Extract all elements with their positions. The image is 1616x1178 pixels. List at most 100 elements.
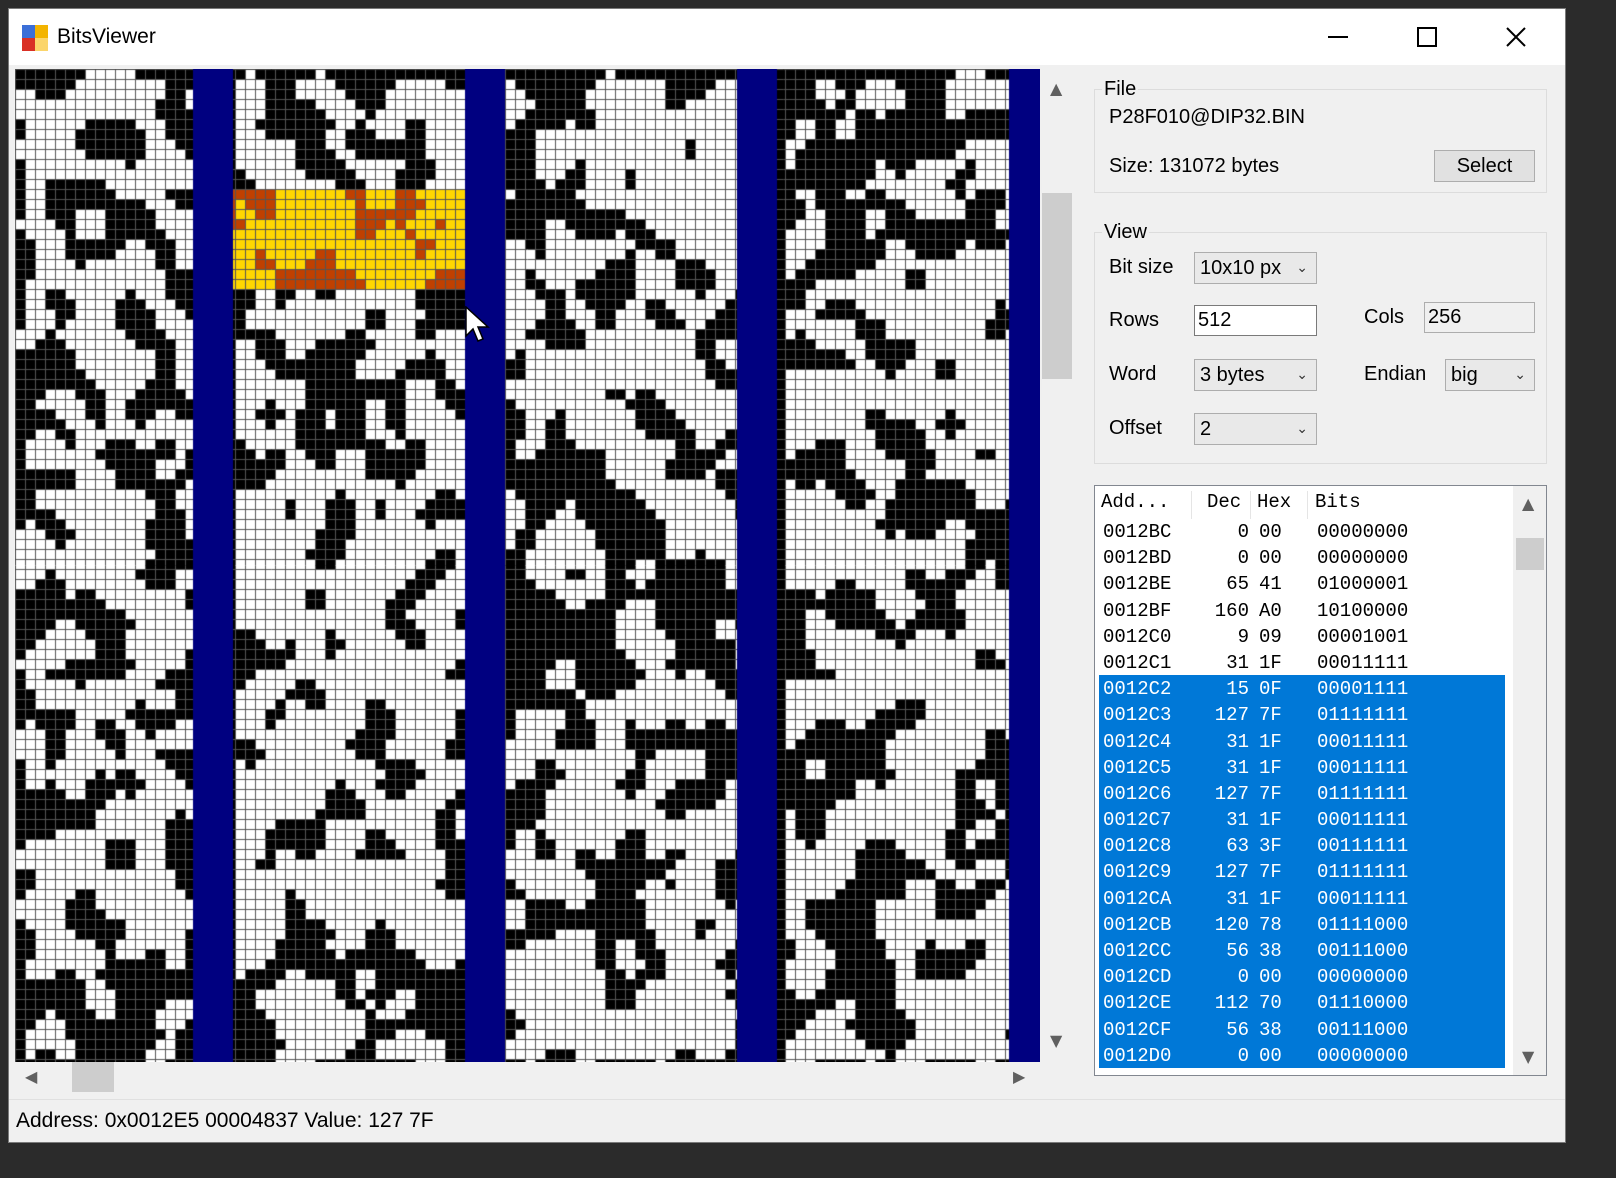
table-row[interactable]: 0012CA 31 1F 00011111 (1099, 884, 1505, 911)
table-row[interactable]: 0012C8 63 3F 00111111 (1099, 832, 1505, 859)
column-header-dec[interactable]: Dec (1207, 491, 1241, 513)
bytes-listview[interactable]: Add... Dec Hex Bits 0012BC 0 00 00000000 001… (1094, 485, 1547, 1076)
chevron-down-icon: ⌄ (1296, 421, 1308, 437)
cell-bits: 00111111 (1317, 835, 1409, 858)
scroll-down-icon[interactable]: ▼ (1050, 1031, 1062, 1050)
cell-address: 0012CF (1103, 1018, 1172, 1041)
cell-dec: 31 (1226, 887, 1249, 910)
cell-hex: 41 (1259, 573, 1282, 596)
table-row[interactable]: 0012C7 31 1F 00011111 (1099, 806, 1505, 833)
listview-scrollbar[interactable]: ▲ ▼ (1513, 486, 1546, 1075)
cell-bits: 00111000 (1317, 940, 1409, 962)
scroll-down-icon[interactable]: ▼ (1522, 1047, 1534, 1066)
header-divider[interactable] (1250, 491, 1251, 519)
scroll-left-icon[interactable]: ◀ (25, 1067, 37, 1086)
table-row[interactable]: 0012D0 0 00 00000000 (1099, 1041, 1505, 1068)
header-divider[interactable] (1191, 491, 1192, 519)
offset-dropdown[interactable]: 2 ⌄ (1194, 413, 1317, 445)
cell-hex: 1F (1259, 756, 1282, 779)
table-row[interactable]: 0012C5 31 1F 00011111 (1099, 753, 1505, 780)
table-row[interactable]: 0012C1 31 1F 00011111 (1099, 649, 1505, 675)
table-row[interactable]: 0012C6 127 7F 01111111 (1099, 779, 1505, 807)
table-row[interactable]: 0012BE 65 41 01000001 (1099, 570, 1505, 596)
cell-bits: 00011111 (1317, 730, 1409, 753)
bits-canvas[interactable] (15, 69, 1040, 1062)
table-row[interactable]: 0012C2 15 0F 00001111 (1099, 675, 1505, 702)
table-row[interactable]: 0012CB 120 78 01111000 (1099, 910, 1505, 937)
cell-hex: 09 (1259, 625, 1282, 648)
cell-dec: 160 (1214, 599, 1249, 622)
chevron-down-icon: ⌄ (1514, 367, 1526, 383)
cell-hex: 78 (1259, 913, 1282, 936)
chevron-down-icon: ⌄ (1296, 367, 1308, 383)
cell-bits: 00000000 (1317, 1044, 1409, 1067)
column-header-address[interactable]: Add... (1101, 491, 1169, 513)
horizontal-scroll-thumb[interactable] (72, 1062, 114, 1092)
cols-input[interactable]: 256 (1424, 302, 1535, 333)
select-file-button[interactable]: Select (1434, 150, 1535, 182)
cell-address: 0012CB (1103, 913, 1172, 936)
table-row[interactable]: 0012BC 0 00 00000000 (1099, 518, 1505, 544)
canvas-vertical-scrollbar[interactable]: ▲ ▼ (1042, 69, 1072, 1062)
table-row[interactable]: 0012CE 112 70 01110000 (1099, 989, 1505, 1016)
cell-hex: 1F (1259, 809, 1282, 832)
cell-bits: 01111111 (1317, 704, 1409, 727)
cell-address: 0012C1 (1103, 651, 1172, 674)
bit-size-dropdown[interactable]: 10x10 px ⌄ (1194, 252, 1317, 284)
rows-input[interactable]: 512 (1194, 305, 1317, 336)
table-row[interactable]: 0012C9 127 7F 01111111 (1099, 858, 1505, 885)
cell-address: 0012C2 (1103, 678, 1172, 701)
table-row[interactable]: 0012BF 160 A0 10100000 (1099, 597, 1505, 623)
cell-address: 0012BD (1103, 547, 1172, 570)
canvas-horizontal-scrollbar[interactable]: ◀ ▶ (15, 1062, 1040, 1092)
header-divider[interactable] (1307, 491, 1308, 519)
scroll-up-icon[interactable]: ▲ (1522, 494, 1534, 513)
chevron-down-icon: ⌄ (1296, 260, 1308, 276)
cell-dec: 127 (1214, 782, 1249, 805)
cell-bits: 01110000 (1317, 992, 1409, 1015)
status-bar: Address: 0x0012E5 00004837 Value: 127 7F (9, 1099, 1565, 1142)
listview-scroll-thumb[interactable] (1516, 538, 1544, 570)
word-label: Word (1109, 363, 1157, 385)
table-row[interactable]: 0012C3 127 7F 01111111 (1099, 701, 1505, 728)
table-row[interactable]: 0012C4 31 1F 00011111 (1099, 727, 1505, 754)
scroll-right-icon[interactable]: ▶ (1013, 1067, 1025, 1086)
cell-bits: 00000000 (1317, 966, 1409, 989)
cell-hex: 1F (1259, 730, 1282, 753)
vertical-scroll-thumb[interactable] (1042, 193, 1072, 379)
cell-bits: 00111000 (1317, 1018, 1409, 1041)
cell-bits: 00011111 (1317, 756, 1409, 779)
cell-bits: 01111111 (1317, 861, 1409, 884)
cell-dec: 127 (1214, 704, 1249, 727)
cell-address: 0012C6 (1103, 782, 1172, 805)
cell-dec: 0 (1237, 966, 1249, 989)
cell-dec: 56 (1226, 1018, 1249, 1041)
title-bar[interactable]: BitsViewer (9, 9, 1565, 65)
endian-dropdown[interactable]: big ⌄ (1445, 359, 1535, 391)
cell-address: 0012BE (1103, 573, 1172, 596)
cell-hex: 7F (1259, 704, 1282, 727)
table-row[interactable]: 0012CF 56 38 00111000 (1099, 1015, 1505, 1042)
offset-label: Offset (1109, 417, 1162, 439)
maximize-icon (1417, 27, 1437, 47)
minimize-button[interactable] (1293, 9, 1383, 65)
bit-grid[interactable] (15, 69, 1040, 1062)
cell-address: 0012C7 (1103, 809, 1172, 832)
endian-label: Endian (1364, 363, 1427, 385)
table-row[interactable]: 0012BD 0 00 00000000 (1099, 544, 1505, 570)
table-row[interactable]: 0012CC 56 38 00111000 (1099, 937, 1505, 964)
scroll-up-icon[interactable]: ▲ (1050, 79, 1062, 98)
cell-dec: 0 (1237, 547, 1249, 570)
bit-size-label: Bit size (1109, 256, 1174, 278)
column-header-hex[interactable]: Hex (1257, 491, 1291, 513)
table-row[interactable]: 0012CD 0 00 00000000 (1099, 963, 1505, 990)
cell-address: 0012CA (1103, 887, 1172, 910)
table-row[interactable]: 0012C0 9 09 00001001 (1099, 623, 1505, 649)
close-button[interactable] (1471, 9, 1561, 65)
cell-bits: 10100000 (1317, 599, 1409, 622)
cell-hex: 0F (1259, 678, 1282, 701)
column-header-bits[interactable]: Bits (1315, 491, 1361, 513)
word-dropdown[interactable]: 3 bytes ⌄ (1194, 359, 1317, 391)
cell-hex: 7F (1259, 861, 1282, 884)
maximize-button[interactable] (1382, 9, 1472, 65)
